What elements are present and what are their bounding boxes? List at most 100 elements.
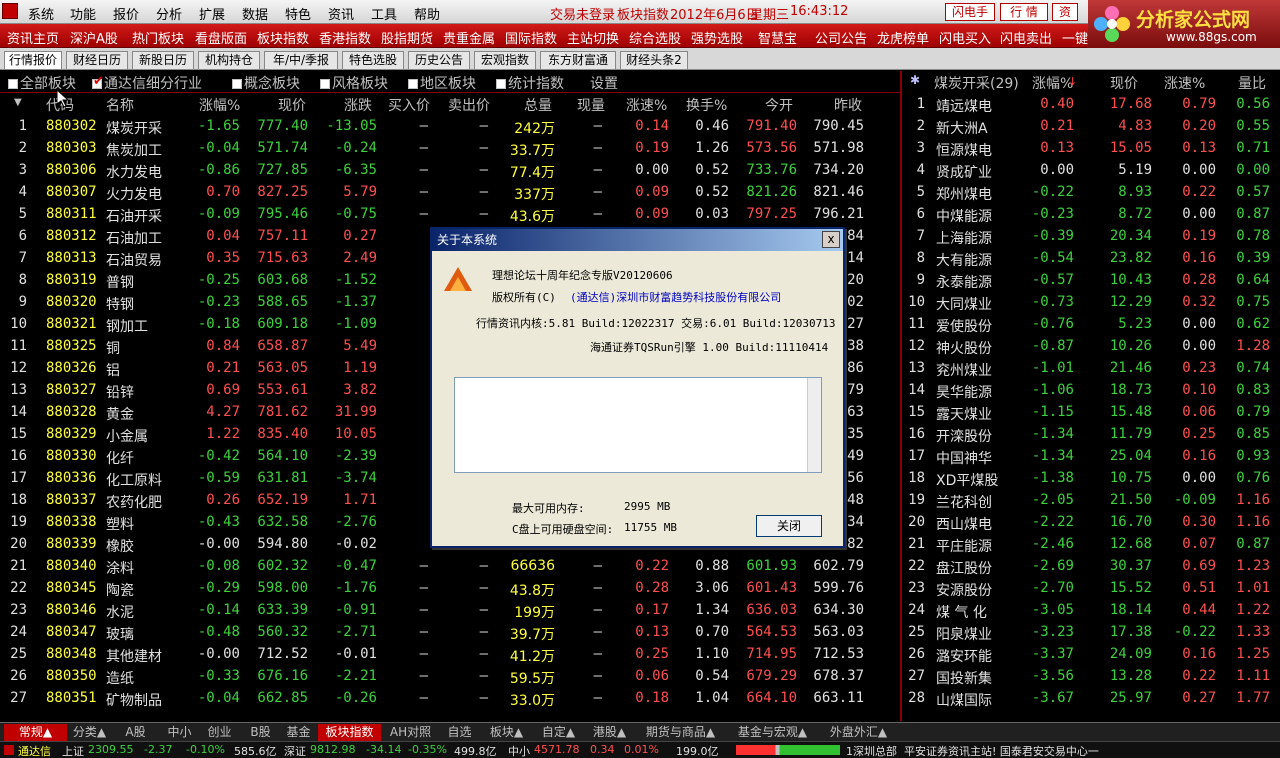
constituent-row[interactable]: 2 新大洲A 0.21 4.83 0.20 0.55 — [902, 115, 1280, 137]
col-open[interactable]: 今开 — [765, 95, 793, 115]
constituent-row[interactable]: 6 中煤能源 -0.23 8.72 0.00 0.87 — [902, 203, 1280, 225]
col-prev-close[interactable]: 昨收 — [834, 95, 862, 115]
table-row[interactable]: 3 880306 水力发电 -0.86 727.85 -6.35 — — 77.4万 — 0.00 0… — [0, 159, 900, 181]
constituent-row[interactable]: 13 兖州煤业 -1.01 21.46 0.23 0.74 — [902, 357, 1280, 379]
dialog-titlebar[interactable]: 关于本系统 x — [432, 229, 843, 251]
bottom-tab[interactable]: 外盘外汇▲ — [820, 724, 897, 741]
toolbar-item[interactable]: 资讯主页 — [7, 28, 59, 47]
constituent-row[interactable]: 26 潞安环能 -3.37 24.09 0.16 1.25 — [902, 643, 1280, 665]
col-speed[interactable]: 涨速% — [626, 95, 667, 115]
menu-item[interactable]: 帮助 — [414, 4, 440, 23]
menu-item[interactable]: 分析 — [156, 4, 182, 23]
constituent-row[interactable]: 18 XD平煤股 -1.38 10.75 0.00 0.76 — [902, 467, 1280, 489]
table-row[interactable]: 25 880348 其他建材 -0.00 712.52 -0.01 — — 41.2万 — 0.25… — [0, 643, 900, 665]
dialog-close-button[interactable]: x — [822, 231, 840, 248]
bottom-tab[interactable]: 自选 — [440, 724, 479, 741]
constituent-row[interactable]: 15 露天煤业 -1.15 15.48 0.06 0.79 — [902, 401, 1280, 423]
checkbox-icon[interactable] — [496, 79, 506, 89]
col-turnover[interactable]: 换手% — [686, 95, 727, 115]
constituent-row[interactable]: 4 贤成矿业 0.00 5.19 0.00 0.00 — [902, 159, 1280, 181]
bottom-tab[interactable]: 港股▲ — [586, 724, 633, 741]
toolbar-item[interactable]: 深沪A股 — [70, 28, 118, 47]
menu-item[interactable]: 数据 — [242, 4, 268, 23]
constituent-row[interactable]: 8 大有能源 -0.54 23.82 0.16 0.39 — [902, 247, 1280, 269]
bottom-tab[interactable]: 板块指数 — [318, 724, 381, 741]
bottom-tab[interactable]: 常规▲ — [4, 724, 67, 741]
constituent-row[interactable]: 27 国投新集 -3.56 13.28 0.22 1.11 — [902, 665, 1280, 687]
bottom-tab[interactable]: 期货与商品▲ — [636, 724, 725, 741]
tab-macro-index[interactable]: 宏观指数 — [474, 51, 536, 69]
tab-headlines[interactable]: 财经头条2 — [620, 51, 688, 69]
col-change[interactable]: 涨跌 — [344, 95, 372, 115]
col-bid[interactable]: 买入价 — [388, 95, 430, 115]
toolbar-item[interactable]: 热门板块 — [132, 28, 184, 47]
filter-style[interactable]: 风格板块 — [320, 73, 388, 93]
table-row[interactable]: 27 880351 矿物制品 -0.04 662.85 -0.26 — — 33.0万 — 0.18… — [0, 687, 900, 709]
info-button[interactable]: 资 — [1052, 3, 1078, 21]
checkbox-icon[interactable] — [232, 79, 242, 89]
menu-item[interactable]: 扩展 — [199, 4, 225, 23]
filter-concept[interactable]: 概念板块 — [232, 73, 300, 93]
menu-item[interactable]: 工具 — [371, 4, 397, 23]
bottom-tab[interactable]: 板块▲ — [482, 724, 531, 741]
menu-item[interactable]: 系统 — [28, 4, 54, 23]
bottom-tab[interactable]: 中小 — [162, 724, 197, 741]
constituent-row[interactable]: 11 爱使股份 -0.76 5.23 0.00 0.62 — [902, 313, 1280, 335]
table-row[interactable]: 21 880340 涂料 -0.08 602.32 -0.47 — — 66636 — 0.22 0.… — [0, 555, 900, 577]
flash-trade-button[interactable]: 闪电手 — [945, 3, 995, 21]
scrollbar[interactable] — [807, 378, 821, 472]
toolbar-item[interactable]: 智慧宝 — [758, 28, 797, 47]
toolbar-item[interactable]: 综合选股 — [629, 28, 681, 47]
tab-finance-calendar[interactable]: 财经日历 — [66, 51, 128, 69]
bottom-tab[interactable]: 基金与宏观▲ — [728, 724, 817, 741]
toolbar-item[interactable]: 板块指数 — [257, 28, 309, 47]
checkbox-icon[interactable] — [320, 79, 330, 89]
table-row[interactable]: 23 880346 水泥 -0.14 633.39 -0.91 — — 199万 — 0.17 1.3… — [0, 599, 900, 621]
toolbar-item[interactable]: 股指期货 — [381, 28, 433, 47]
col-cur-volume[interactable]: 现量 — [577, 95, 605, 115]
checkbox-icon[interactable] — [8, 79, 18, 89]
bottom-tab[interactable]: B股 — [242, 724, 279, 741]
bottom-tab[interactable]: 分类▲ — [70, 724, 109, 741]
constituent-row[interactable]: 20 西山煤电 -2.22 16.70 0.30 1.16 — [902, 511, 1280, 533]
news-ticker[interactable]: 平安证券资讯主站! 国泰君安交易中心一 — [904, 743, 1099, 758]
toolbar-item[interactable]: 看盘版面 — [195, 28, 247, 47]
pin-icon[interactable]: ✱ — [910, 73, 920, 87]
col-pct[interactable]: 涨幅% — [199, 95, 240, 115]
bottom-tab[interactable]: A股 — [112, 724, 159, 741]
bottom-tab[interactable]: 基金 — [282, 724, 315, 741]
toolbar-item[interactable]: 闪电卖出 — [1000, 28, 1052, 47]
toolbar-item[interactable]: 香港指数 — [319, 28, 371, 47]
tab-reports[interactable]: 年/中/季报 — [264, 51, 338, 69]
copyright-owner-link[interactable]: (通达信)深圳市财富趋势科技股份有限公司 — [570, 289, 781, 305]
toolbar-item[interactable]: 一键 — [1062, 28, 1088, 47]
col-name[interactable]: 名称 — [106, 95, 134, 115]
constituent-row[interactable]: 3 恒源煤电 0.13 15.05 0.13 0.71 — [902, 137, 1280, 159]
col-volume[interactable]: 总量 — [524, 95, 552, 115]
constituent-row[interactable]: 28 山煤国际 -3.67 25.97 0.27 1.77 — [902, 687, 1280, 709]
constituent-row[interactable]: 16 开滦股份 -1.34 11.79 0.25 0.85 — [902, 423, 1280, 445]
tab-ipo-calendar[interactable]: 新股日历 — [132, 51, 194, 69]
constituent-row[interactable]: 9 永泰能源 -0.57 10.43 0.28 0.64 — [902, 269, 1280, 291]
bottom-tab[interactable]: 自定▲ — [534, 724, 583, 741]
constituent-row[interactable]: 12 神火股份 -0.87 10.26 0.00 1.28 — [902, 335, 1280, 357]
filter-settings[interactable]: 设置 — [590, 73, 618, 93]
toolbar-item[interactable]: 闪电买入 — [939, 28, 991, 47]
close-button[interactable]: 关闭 — [756, 515, 822, 537]
tab-quotes[interactable]: 行情报价 — [4, 51, 62, 69]
app-icon[interactable] — [2, 3, 18, 19]
constituent-row[interactable]: 5 郑州煤电 -0.22 8.93 0.22 0.57 — [902, 181, 1280, 203]
table-row[interactable]: 4 880307 火力发电 0.70 827.25 5.79 — — 337万 — 0.09 0.52… — [0, 181, 900, 203]
toolbar-item[interactable]: 贵重金属 — [443, 28, 495, 47]
constituent-row[interactable]: 14 昊华能源 -1.06 18.73 0.10 0.83 — [902, 379, 1280, 401]
table-row[interactable]: 2 880303 焦炭加工 -0.04 571.74 -0.24 — — 33.7万 — 0.19 1… — [0, 137, 900, 159]
bottom-tab[interactable]: AH对照 — [384, 724, 437, 741]
server-label[interactable]: 1深圳总部 — [846, 743, 897, 758]
tab-eastmoney[interactable]: 东方财富通 — [540, 51, 616, 69]
sort-arrow-icon[interactable]: ▼ — [14, 97, 22, 108]
tab-history-notices[interactable]: 历史公告 — [408, 51, 470, 69]
menu-item[interactable]: 报价 — [113, 4, 139, 23]
table-row[interactable]: 5 880311 石油开采 -0.09 795.46 -0.75 — — 43.6万 — 0.09 0… — [0, 203, 900, 225]
checkbox-icon[interactable] — [408, 79, 418, 89]
dialog-text-area[interactable] — [454, 377, 822, 473]
